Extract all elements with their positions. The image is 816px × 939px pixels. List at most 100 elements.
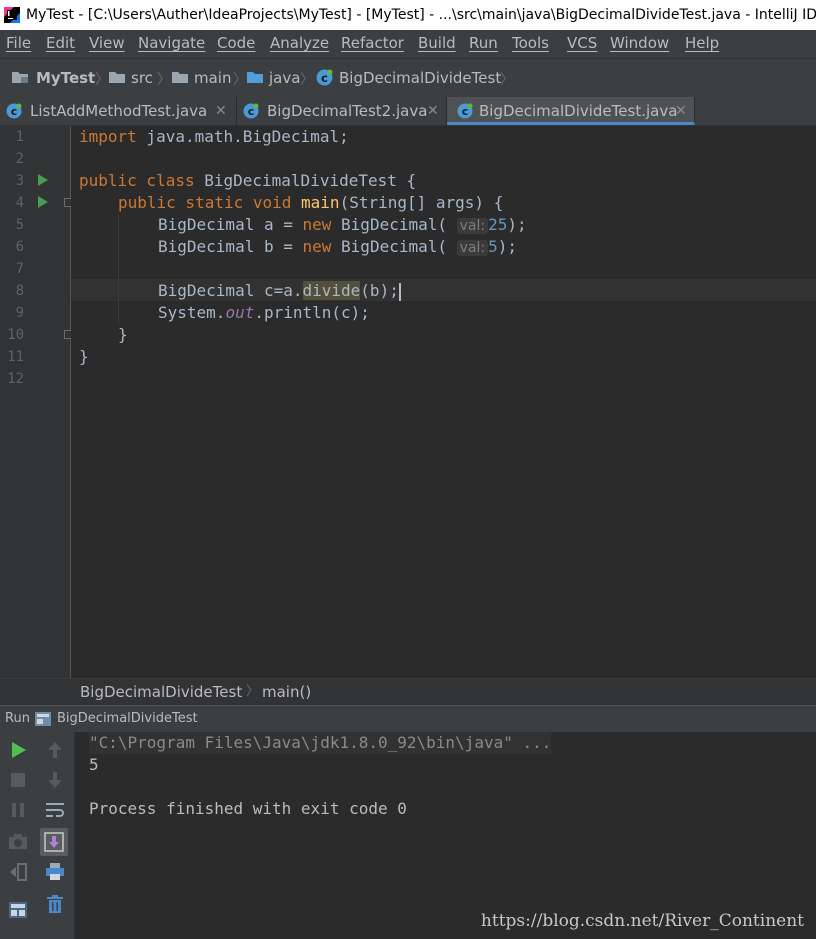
line-number: 10 xyxy=(7,327,24,343)
code-line-9: System.out.println(c); xyxy=(158,303,370,322)
line-number: 9 xyxy=(15,305,24,321)
menu-refactor[interactable]: Refactor xyxy=(341,30,404,56)
code-editor[interactable]: import java.math.BigDecimal; public clas… xyxy=(71,126,816,678)
menu-run[interactable]: Run xyxy=(469,30,498,56)
menu-bar: File Edit View Navigate Code Analyze Ref… xyxy=(0,30,816,58)
console-output-line: 5 xyxy=(89,755,99,774)
line-number: 8 xyxy=(15,283,24,299)
source-folder-icon xyxy=(247,72,263,83)
breadcrumb-project[interactable]: MyTest xyxy=(36,68,95,88)
run-config-name[interactable]: BigDecimalDivideTest xyxy=(57,706,198,732)
parameter-hint: val: xyxy=(456,218,489,234)
close-icon[interactable]: ✕ xyxy=(427,97,439,125)
tab-big-decimal-test2[interactable]: c BigDecimalTest2.java ✕ xyxy=(237,97,447,125)
breadcrumb-main[interactable]: main xyxy=(194,68,231,88)
close-icon[interactable]: ✕ xyxy=(215,97,227,125)
code-line-1: import java.math.BigDecimal; xyxy=(79,127,349,146)
line-number: 11 xyxy=(7,349,24,365)
folder-icon xyxy=(172,72,188,83)
exit-icon[interactable] xyxy=(6,860,30,884)
line-number: 3 xyxy=(15,173,24,189)
tab-list-add-method-test[interactable]: c ListAddMethodTest.java ✕ xyxy=(0,97,237,125)
svg-text:c: c xyxy=(462,105,469,118)
menu-window[interactable]: Window xyxy=(610,30,669,56)
stop-icon[interactable] xyxy=(6,768,30,792)
class-icon: c xyxy=(316,69,333,86)
chevron-right-icon: 〉 xyxy=(246,684,260,699)
run-main-gutter-icon[interactable] xyxy=(38,196,48,208)
breadcrumb-java[interactable]: java xyxy=(269,68,300,88)
soft-wrap-icon[interactable] xyxy=(43,798,67,822)
line-number: 1 xyxy=(15,129,24,145)
chevron-right-icon: 〉 xyxy=(95,72,109,88)
folder-icon xyxy=(109,72,125,83)
rerun-icon[interactable] xyxy=(6,738,30,762)
scroll-to-end-toggle[interactable] xyxy=(40,828,68,856)
pause-icon[interactable] xyxy=(6,798,30,822)
indent-guide xyxy=(118,214,119,324)
navigation-bar: MyTest 〉 src 〉 main 〉 java 〉 c BigDecima… xyxy=(0,58,816,98)
menu-navigate[interactable]: Navigate xyxy=(138,30,205,56)
svg-text:c: c xyxy=(11,105,18,118)
editor-gutter: 1 2 3 4 5 6 7 8 9 10 11 12 xyxy=(0,126,73,678)
line-number: 6 xyxy=(15,239,24,255)
editor-tab-bar: c ListAddMethodTest.java ✕ c BigDecimalT… xyxy=(0,97,816,126)
tab-label: BigDecimalTest2.java xyxy=(267,102,428,120)
console-command-line[interactable]: "C:\Program Files\Java\jdk1.8.0_92\bin\j… xyxy=(89,732,552,754)
code-line-5: BigDecimal a = new BigDecimal( val: 25); xyxy=(158,215,527,234)
run-config-icon xyxy=(35,712,51,726)
structure-crumb-method[interactable]: main() xyxy=(262,679,311,705)
menu-vcs[interactable]: VCS xyxy=(567,30,597,56)
run-console[interactable]: "C:\Program Files\Java\jdk1.8.0_92\bin\j… xyxy=(75,732,816,939)
menu-build[interactable]: Build xyxy=(418,30,456,56)
tab-label: BigDecimalDivideTest.java xyxy=(479,102,678,120)
text-caret xyxy=(398,282,401,301)
chevron-right-icon: 〉 xyxy=(300,72,314,88)
chevron-right-icon: 〉 xyxy=(157,72,171,88)
breadcrumb-src[interactable]: src xyxy=(131,68,153,88)
line-number: 7 xyxy=(15,261,24,277)
watermark-text: https://blog.csdn.net/River_Continent xyxy=(480,911,804,931)
class-icon: c xyxy=(457,103,473,119)
menu-file[interactable]: File xyxy=(6,30,31,56)
trash-icon[interactable] xyxy=(43,892,67,916)
code-line-8: BigDecimal c=a.divide(b); xyxy=(158,281,401,301)
scroll-to-end-icon xyxy=(44,832,64,852)
menu-code[interactable]: Code xyxy=(217,30,255,56)
breadcrumb-class[interactable]: BigDecimalDivideTest xyxy=(339,68,501,88)
line-number: 5 xyxy=(15,217,24,233)
window-title-bar: MyTest - [C:\Users\Auther\IdeaProjects\M… xyxy=(0,0,816,30)
console-exit-message: Process finished with exit code 0 xyxy=(89,799,407,818)
menu-help[interactable]: Help xyxy=(685,30,719,56)
menu-edit[interactable]: Edit xyxy=(46,30,75,56)
arrow-up-icon[interactable] xyxy=(43,738,67,762)
class-icon: c xyxy=(243,103,259,119)
parameter-hint: val: xyxy=(456,240,489,256)
layout-icon[interactable] xyxy=(6,898,30,922)
camera-icon[interactable] xyxy=(6,830,30,854)
run-tool-window-header: Run BigDecimalDivideTest xyxy=(0,705,816,732)
menu-view[interactable]: View xyxy=(89,30,125,56)
tab-big-decimal-divide-test[interactable]: c BigDecimalDivideTest.java ✕ xyxy=(447,97,695,125)
class-icon: c xyxy=(6,103,22,119)
code-line-11: } xyxy=(79,347,89,366)
code-line-10: } xyxy=(118,325,128,344)
menu-tools[interactable]: Tools xyxy=(512,30,549,56)
arrow-down-icon[interactable] xyxy=(43,768,67,792)
window-title: MyTest - [C:\Users\Auther\IdeaProjects\M… xyxy=(26,7,816,23)
run-label: Run xyxy=(5,711,30,726)
svg-text:c: c xyxy=(321,71,328,85)
svg-text:c: c xyxy=(248,105,255,118)
print-icon[interactable] xyxy=(43,860,67,884)
line-number: 12 xyxy=(7,371,24,387)
run-class-gutter-icon[interactable] xyxy=(38,174,48,186)
code-line-3: public class BigDecimalDivideTest { xyxy=(79,171,417,190)
code-line-6: BigDecimal b = new BigDecimal( val: 5); xyxy=(158,237,518,256)
close-icon[interactable]: ✕ xyxy=(675,97,687,125)
tab-label: ListAddMethodTest.java xyxy=(30,102,208,120)
menu-analyze[interactable]: Analyze xyxy=(270,30,329,56)
structure-breadcrumb: BigDecimalDivideTest 〉 main() xyxy=(0,678,816,705)
code-line-4: public static void main(String[] args) { xyxy=(118,193,504,212)
structure-crumb-class[interactable]: BigDecimalDivideTest xyxy=(80,679,242,705)
line-number: 4 xyxy=(15,195,24,211)
